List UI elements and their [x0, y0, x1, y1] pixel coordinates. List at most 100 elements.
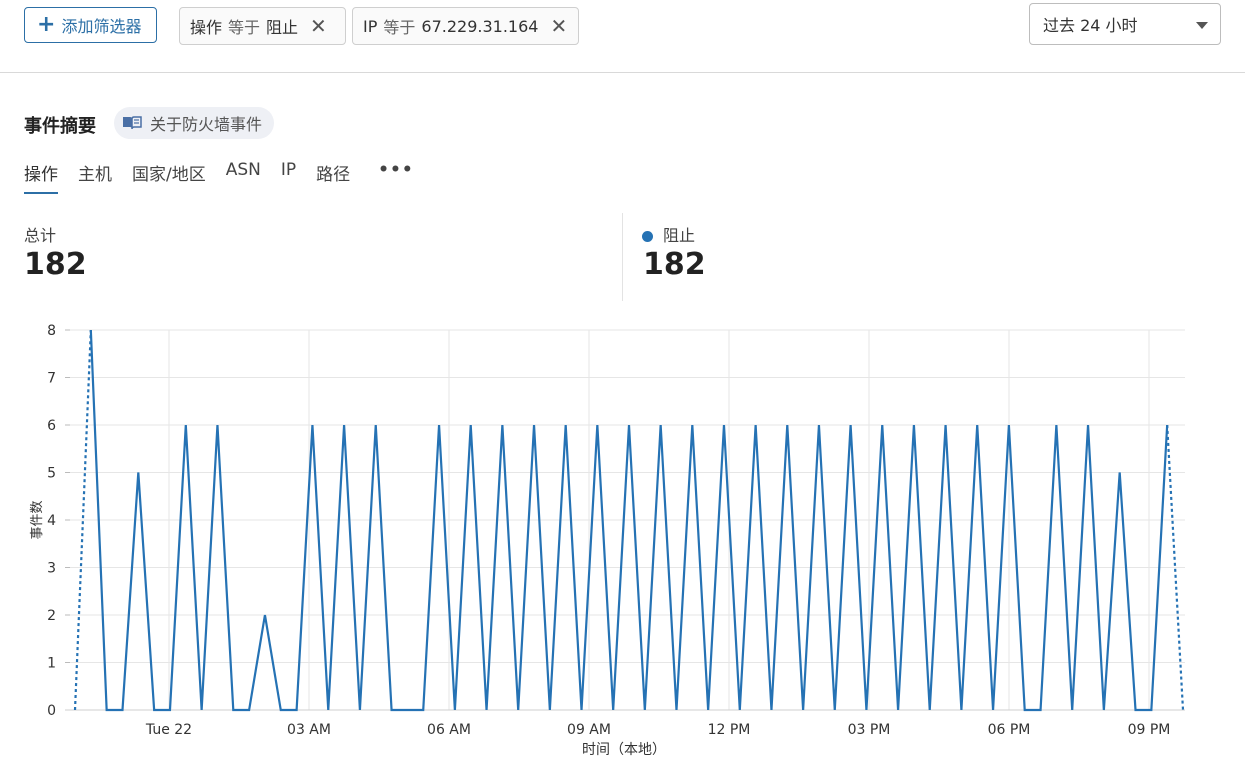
book-icon [123, 116, 142, 130]
data-point [612, 709, 614, 711]
data-point [1134, 709, 1136, 711]
data-point [739, 709, 741, 711]
tab-country[interactable]: 国家/地区 [132, 160, 206, 192]
block-value: 182 [643, 247, 706, 282]
more-tabs-button[interactable]: ••• [378, 160, 414, 192]
data-point [232, 709, 234, 711]
data-point [596, 424, 598, 426]
data-point [564, 424, 566, 426]
data-point [327, 709, 329, 711]
data-point [501, 424, 503, 426]
tab-asn[interactable]: ASN [226, 160, 261, 192]
data-point [770, 709, 772, 711]
filter-key: 操作 [190, 18, 223, 37]
data-point [390, 709, 392, 711]
series-line-block [89, 329, 1169, 712]
data-point [216, 424, 218, 426]
data-point [1055, 424, 1057, 426]
data-point [74, 709, 76, 711]
plus-icon: + [37, 12, 56, 37]
data-point [723, 424, 725, 426]
data-point [1182, 709, 1184, 711]
data-point [153, 709, 155, 711]
y-tick-label: 2 [47, 608, 56, 624]
data-point [438, 424, 440, 426]
data-point [200, 709, 202, 711]
data-point [1087, 424, 1089, 426]
filter-chip-ip[interactable]: IP 等于 67.229.31.164 ✕ [352, 7, 579, 45]
data-point [1008, 424, 1010, 426]
data-point [1166, 424, 1168, 426]
data-point [1039, 709, 1041, 711]
y-tick-label: 6 [47, 418, 56, 434]
tab-ip[interactable]: IP [281, 160, 296, 192]
total-value: 182 [24, 247, 87, 282]
data-point [865, 709, 867, 711]
close-icon[interactable]: ✕ [310, 14, 327, 38]
data-point [913, 424, 915, 426]
filter-chip-action[interactable]: 操作 等于 阻止 ✕ [179, 7, 346, 45]
data-point [659, 424, 661, 426]
data-point [375, 424, 377, 426]
data-point [786, 424, 788, 426]
section-title: 事件摘要 [24, 116, 96, 137]
data-point [121, 709, 123, 711]
y-tick-label: 0 [47, 703, 56, 719]
about-firewall-events-link[interactable]: 关于防火墙事件 [114, 107, 275, 139]
data-point [248, 709, 250, 711]
data-point [802, 709, 804, 711]
data-point [264, 614, 266, 616]
time-range-value: 过去 24 小时 [1043, 16, 1138, 35]
data-point [976, 424, 978, 426]
data-point [849, 424, 851, 426]
y-tick-label: 4 [47, 513, 56, 529]
data-point [992, 709, 994, 711]
series-line-partial-end [1166, 424, 1185, 711]
x-tick-label: 06 AM [427, 722, 471, 738]
y-tick-label: 7 [47, 371, 56, 387]
data-point [818, 424, 820, 426]
data-point [406, 709, 408, 711]
data-point [960, 709, 962, 711]
data-point [580, 709, 582, 711]
block-legend: 阻止 [642, 222, 695, 246]
data-point [137, 471, 139, 473]
y-tick-label: 8 [47, 323, 56, 339]
data-point [549, 709, 551, 711]
close-icon[interactable]: ✕ [550, 14, 567, 38]
tab-path[interactable]: 路径 [316, 160, 350, 192]
filter-toolbar: + 添加筛选器 操作 等于 阻止 ✕ IP 等于 67.229.31.164 ✕… [0, 0, 1245, 73]
data-point [185, 424, 187, 426]
y-tick-label: 1 [47, 656, 56, 672]
data-point [311, 424, 313, 426]
data-point [343, 424, 345, 426]
data-point [929, 709, 931, 711]
data-point [707, 709, 709, 711]
x-tick-label: 09 PM [1128, 722, 1171, 738]
data-point [691, 424, 693, 426]
x-tick-label: Tue 22 [145, 722, 192, 738]
data-point [644, 709, 646, 711]
data-point [470, 424, 472, 426]
x-tick-label: 12 PM [708, 722, 751, 738]
data-point [1024, 709, 1026, 711]
data-point [359, 709, 361, 711]
chevron-down-icon [1196, 22, 1208, 29]
data-point [105, 709, 107, 711]
about-link-label: 关于防火墙事件 [150, 115, 263, 134]
time-range-select[interactable]: 过去 24 小时 [1029, 3, 1221, 45]
data-point [422, 709, 424, 711]
data-point [517, 709, 519, 711]
add-filter-button[interactable]: + 添加筛选器 [24, 7, 157, 43]
data-point [169, 709, 171, 711]
filter-value: 阻止 [266, 18, 299, 37]
data-point [90, 329, 92, 331]
data-point [1118, 471, 1120, 473]
data-point [1071, 709, 1073, 711]
data-point [295, 709, 297, 711]
x-tick-label: 09 AM [567, 722, 611, 738]
tab-host[interactable]: 主机 [78, 160, 112, 192]
y-tick-label: 3 [47, 561, 56, 577]
tab-action[interactable]: 操作 [24, 160, 58, 194]
data-point [754, 424, 756, 426]
